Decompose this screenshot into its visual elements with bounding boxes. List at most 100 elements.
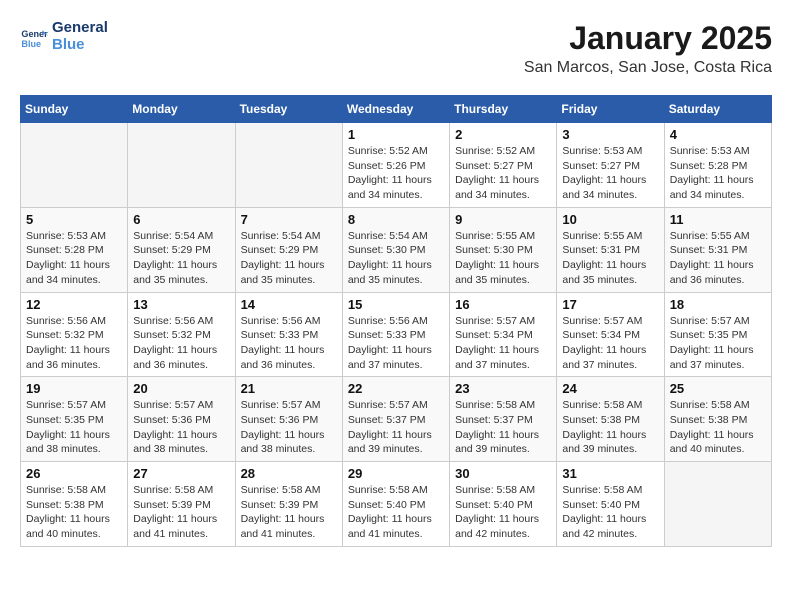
day-info: Sunrise: 5:56 AMSunset: 5:32 PMDaylight:…	[133, 314, 229, 373]
calendar-cell: 10 Sunrise: 5:55 AMSunset: 5:31 PMDayligh…	[557, 207, 664, 292]
day-info: Sunrise: 5:57 AMSunset: 5:34 PMDaylight:…	[455, 314, 551, 373]
day-info: Sunrise: 5:52 AMSunset: 5:26 PMDaylight:…	[348, 144, 444, 203]
calendar-cell: 18Sunrise: 5:57 AMSunset: 5:35 PMDayligh…	[664, 292, 771, 377]
title-block: January 2025 San Marcos, San Jose, Costa…	[524, 20, 772, 87]
day-info: Sunrise: 5:55 AMSunset: 5:30 PMDaylight:…	[455, 229, 551, 288]
day-info: Sunrise: 5:55 AMSunset: 5:31 PMDaylight:…	[562, 229, 658, 288]
logo-icon: General Blue	[20, 23, 48, 51]
day-number: 2	[455, 127, 551, 142]
day-info: Sunrise: 5:57 AMSunset: 5:35 PMDaylight:…	[670, 314, 766, 373]
calendar-header-thursday: Thursday	[450, 96, 557, 123]
day-number: 8	[348, 212, 444, 227]
calendar-week-4: 19 Sunrise: 5:57 AMSunset: 5:35 PMDayligh…	[21, 377, 772, 462]
calendar-header-saturday: Saturday	[664, 96, 771, 123]
day-info: Sunrise: 5:56 AMSunset: 5:33 PMDaylight:…	[241, 314, 337, 373]
calendar-cell: 22 Sunrise: 5:57 AMSunset: 5:37 PMDayligh…	[342, 377, 449, 462]
day-info: Sunrise: 5:53 AMSunset: 5:28 PMDaylight:…	[670, 144, 766, 203]
calendar-header-wednesday: Wednesday	[342, 96, 449, 123]
page-subtitle: San Marcos, San Jose, Costa Rica	[524, 59, 772, 77]
day-info: Sunrise: 5:54 AMSunset: 5:29 PMDaylight:…	[241, 229, 337, 288]
day-number: 3	[562, 127, 658, 142]
day-info: Sunrise: 5:57 AMSunset: 5:36 PMDaylight:…	[133, 398, 229, 457]
day-info: Sunrise: 5:54 AMSunset: 5:29 PMDaylight:…	[133, 229, 229, 288]
calendar-cell: 11 Sunrise: 5:55 AMSunset: 5:31 PMDayligh…	[664, 207, 771, 292]
day-info: Sunrise: 5:58 AMSunset: 5:40 PMDaylight:…	[455, 483, 551, 542]
day-number: 17	[562, 297, 658, 312]
day-info: Sunrise: 5:52 AMSunset: 5:27 PMDaylight:…	[455, 144, 551, 203]
day-info: Sunrise: 5:53 AMSunset: 5:27 PMDaylight:…	[562, 144, 658, 203]
calendar-cell: 31 Sunrise: 5:58 AMSunset: 5:40 PMDayligh…	[557, 462, 664, 547]
day-number: 6	[133, 212, 229, 227]
day-number: 24	[562, 381, 658, 396]
day-number: 15	[348, 297, 444, 312]
day-number: 29	[348, 466, 444, 481]
day-number: 28	[241, 466, 337, 481]
calendar-cell: 25Sunrise: 5:58 AMSunset: 5:38 PMDayligh…	[664, 377, 771, 462]
day-number: 11	[670, 212, 766, 227]
day-number: 13	[133, 297, 229, 312]
day-number: 30	[455, 466, 551, 481]
calendar-cell: 28Sunrise: 5:58 AMSunset: 5:39 PMDayligh…	[235, 462, 342, 547]
day-number: 5	[26, 212, 122, 227]
calendar-week-3: 12 Sunrise: 5:56 AMSunset: 5:32 PMDayligh…	[21, 292, 772, 377]
day-number: 12	[26, 297, 122, 312]
day-info: Sunrise: 5:54 AMSunset: 5:30 PMDaylight:…	[348, 229, 444, 288]
day-number: 10	[562, 212, 658, 227]
day-number: 4	[670, 127, 766, 142]
day-info: Sunrise: 5:55 AMSunset: 5:31 PMDaylight:…	[670, 229, 766, 288]
calendar-cell: 30 Sunrise: 5:58 AMSunset: 5:40 PMDayligh…	[450, 462, 557, 547]
calendar-cell: 7 Sunrise: 5:54 AMSunset: 5:29 PMDaylight…	[235, 207, 342, 292]
calendar-cell: 27 Sunrise: 5:58 AMSunset: 5:39 PMDayligh…	[128, 462, 235, 547]
calendar-cell: 16 Sunrise: 5:57 AMSunset: 5:34 PMDayligh…	[450, 292, 557, 377]
calendar-week-5: 26Sunrise: 5:58 AMSunset: 5:38 PMDayligh…	[21, 462, 772, 547]
page-title: January 2025	[524, 20, 772, 57]
day-info: Sunrise: 5:57 AMSunset: 5:35 PMDaylight:…	[26, 398, 122, 457]
calendar-cell: 24Sunrise: 5:58 AMSunset: 5:38 PMDayligh…	[557, 377, 664, 462]
calendar-cell	[235, 123, 342, 208]
day-info: Sunrise: 5:58 AMSunset: 5:39 PMDaylight:…	[133, 483, 229, 542]
calendar-cell: 5 Sunrise: 5:53 AMSunset: 5:28 PMDaylight…	[21, 207, 128, 292]
calendar-cell	[664, 462, 771, 547]
calendar-cell: 4 Sunrise: 5:53 AMSunset: 5:28 PMDaylight…	[664, 123, 771, 208]
day-number: 9	[455, 212, 551, 227]
day-number: 1	[348, 127, 444, 142]
day-number: 7	[241, 212, 337, 227]
day-info: Sunrise: 5:53 AMSunset: 5:28 PMDaylight:…	[26, 229, 122, 288]
calendar-cell: 14 Sunrise: 5:56 AMSunset: 5:33 PMDayligh…	[235, 292, 342, 377]
day-info: Sunrise: 5:58 AMSunset: 5:37 PMDaylight:…	[455, 398, 551, 457]
calendar-cell: 3 Sunrise: 5:53 AMSunset: 5:27 PMDaylight…	[557, 123, 664, 208]
day-info: Sunrise: 5:57 AMSunset: 5:37 PMDaylight:…	[348, 398, 444, 457]
calendar-header-friday: Friday	[557, 96, 664, 123]
day-number: 16	[455, 297, 551, 312]
calendar-cell: 17Sunrise: 5:57 AMSunset: 5:34 PMDayligh…	[557, 292, 664, 377]
logo: General Blue General Blue	[20, 20, 108, 53]
calendar-cell: 12Sunrise: 5:56 AMSunset: 5:32 PMDayligh…	[21, 292, 128, 377]
calendar-header-row: SundayMondayTuesdayWednesdayThursdayFrid…	[21, 96, 772, 123]
calendar-header-sunday: Sunday	[21, 96, 128, 123]
svg-text:Blue: Blue	[21, 38, 41, 48]
calendar-cell: 29Sunrise: 5:58 AMSunset: 5:40 PMDayligh…	[342, 462, 449, 547]
svg-text:General: General	[21, 29, 48, 39]
calendar-cell: 19 Sunrise: 5:57 AMSunset: 5:35 PMDayligh…	[21, 377, 128, 462]
calendar-week-2: 5 Sunrise: 5:53 AMSunset: 5:28 PMDaylight…	[21, 207, 772, 292]
calendar-week-1: 1 Sunrise: 5:52 AMSunset: 5:26 PMDaylight…	[21, 123, 772, 208]
day-number: 22	[348, 381, 444, 396]
day-info: Sunrise: 5:58 AMSunset: 5:40 PMDaylight:…	[562, 483, 658, 542]
day-info: Sunrise: 5:58 AMSunset: 5:38 PMDaylight:…	[670, 398, 766, 457]
logo-line2: Blue	[52, 37, 108, 54]
day-number: 27	[133, 466, 229, 481]
calendar-cell	[21, 123, 128, 208]
day-number: 31	[562, 466, 658, 481]
day-info: Sunrise: 5:58 AMSunset: 5:38 PMDaylight:…	[26, 483, 122, 542]
calendar-cell: 2 Sunrise: 5:52 AMSunset: 5:27 PMDaylight…	[450, 123, 557, 208]
calendar-table: SundayMondayTuesdayWednesdayThursdayFrid…	[20, 95, 772, 547]
logo-line1: General	[52, 20, 108, 37]
calendar-cell: 15Sunrise: 5:56 AMSunset: 5:33 PMDayligh…	[342, 292, 449, 377]
calendar-cell: 1 Sunrise: 5:52 AMSunset: 5:26 PMDaylight…	[342, 123, 449, 208]
day-number: 19	[26, 381, 122, 396]
calendar-header-tuesday: Tuesday	[235, 96, 342, 123]
calendar-cell	[128, 123, 235, 208]
calendar-cell: 13 Sunrise: 5:56 AMSunset: 5:32 PMDayligh…	[128, 292, 235, 377]
calendar-cell: 21Sunrise: 5:57 AMSunset: 5:36 PMDayligh…	[235, 377, 342, 462]
day-number: 14	[241, 297, 337, 312]
